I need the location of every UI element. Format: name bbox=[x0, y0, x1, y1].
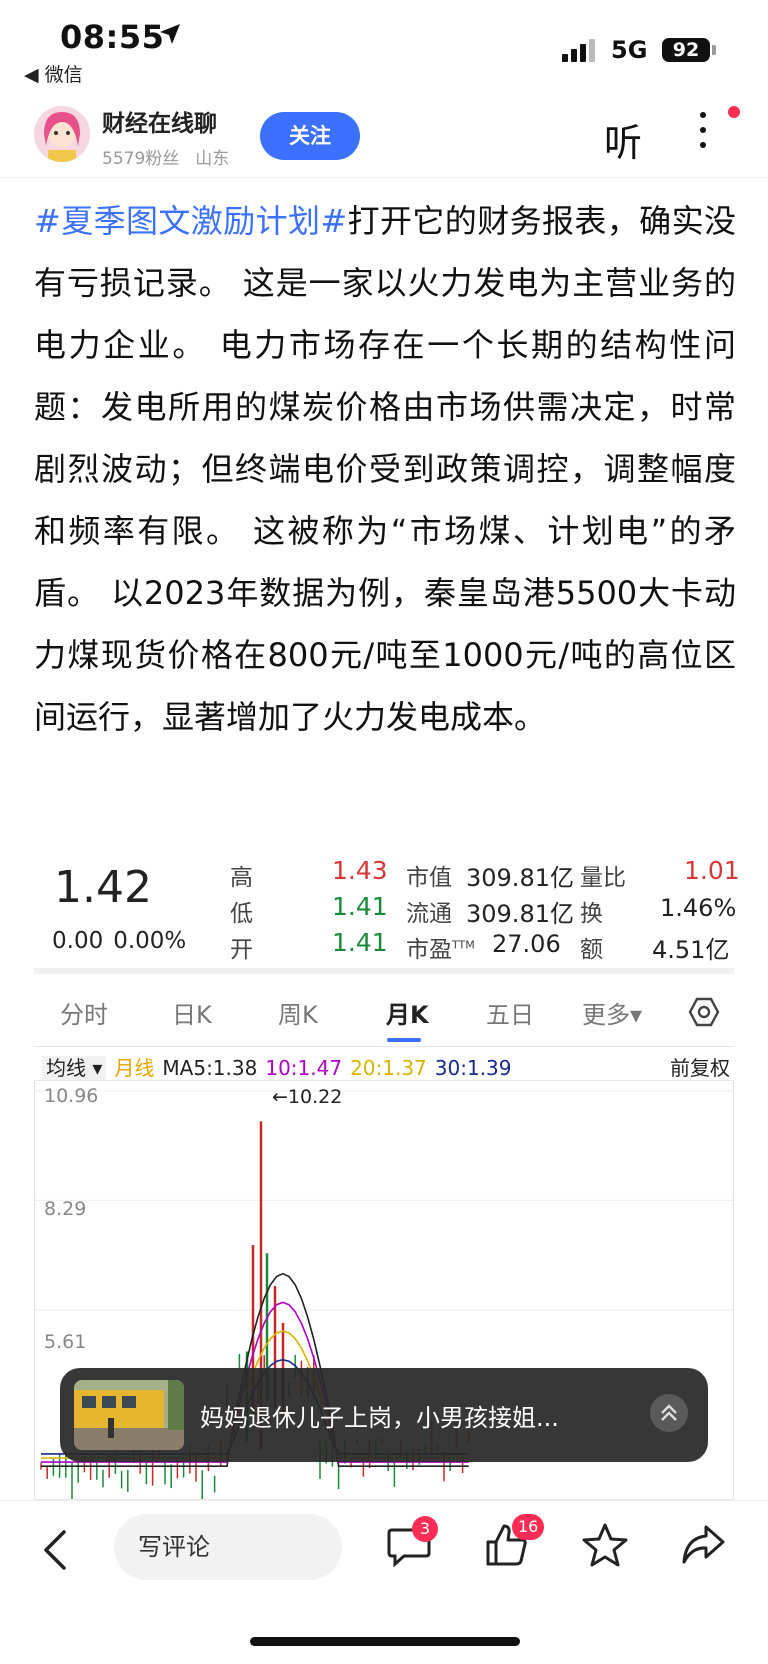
y-label-low: 5.61 bbox=[44, 1331, 87, 1353]
home-indicator bbox=[250, 1637, 520, 1646]
tab-five-day[interactable]: 五日 bbox=[486, 995, 534, 1030]
high-label: 高 bbox=[230, 865, 253, 891]
adjust-mode[interactable]: 前复权 bbox=[670, 1052, 730, 1081]
pe-label-sup: TTM bbox=[452, 938, 475, 952]
article-body: #夏季图文激励计划#打开它的财务报表，确实没有亏损记录。 这是一家以火力发电为主… bbox=[34, 190, 736, 748]
share-arrow-icon[interactable] bbox=[680, 1524, 726, 1566]
ma-selector[interactable]: 均线 ▾ bbox=[42, 1056, 107, 1080]
ma5-value: MA5:1.38 bbox=[162, 1056, 258, 1080]
tab-daily-k[interactable]: 日K bbox=[172, 995, 212, 1030]
follower-count: 5579粉丝 bbox=[102, 149, 180, 169]
open-label: 开 bbox=[230, 937, 253, 963]
high-value: 1.43 bbox=[332, 856, 388, 885]
author-name[interactable]: 财经在线聊 bbox=[102, 104, 217, 138]
article-text: 打开它的财务报表，确实没有亏损记录。 这是一家以火力发电为主营业务的电力企业。 … bbox=[34, 202, 736, 736]
more-options-icon[interactable] bbox=[696, 112, 710, 160]
current-price: 1.42 bbox=[54, 862, 152, 913]
toast-thumbnail[interactable] bbox=[74, 1380, 184, 1450]
turnover-label: 换 bbox=[580, 901, 603, 927]
change-value: 0.00 bbox=[52, 928, 104, 954]
network-type: 5G bbox=[611, 36, 648, 64]
status-time: 08:55 bbox=[60, 18, 165, 56]
amount-label: 额 bbox=[580, 937, 603, 963]
author-meta: 5579粉丝 山东 bbox=[102, 144, 245, 169]
collapse-up-icon[interactable] bbox=[650, 1394, 688, 1432]
notification-dot bbox=[728, 106, 740, 118]
vol-ratio-label: 量比 bbox=[580, 865, 626, 891]
comment-input[interactable]: 写评论 bbox=[114, 1514, 342, 1580]
pe-label-text: 市盈 bbox=[406, 937, 452, 963]
back-to-wechat[interactable]: ◀ 微信 bbox=[24, 60, 83, 87]
like-count-badge: 16 bbox=[512, 1514, 545, 1540]
hashtag-link[interactable]: #夏季图文激励计划# bbox=[34, 202, 347, 240]
ma-period: 月线 bbox=[114, 1056, 155, 1080]
battery-tip bbox=[712, 45, 716, 55]
tabs-divider bbox=[34, 1046, 734, 1047]
favorite-star-icon[interactable] bbox=[582, 1522, 628, 1568]
ma20-value: 20:1.37 bbox=[350, 1056, 427, 1080]
quote-separator bbox=[34, 968, 734, 974]
tab-monthly-k[interactable]: 月K bbox=[386, 995, 429, 1030]
turnover-value: 1.46% bbox=[660, 894, 737, 922]
tab-intraday[interactable]: 分时 bbox=[60, 995, 108, 1030]
mktcap-label: 市值 bbox=[406, 865, 452, 891]
chart-tabs: 分时 日K 周K 月K 五日 更多▾ bbox=[34, 995, 734, 1035]
author-location: 山东 bbox=[195, 149, 230, 169]
location-arrow-icon bbox=[160, 24, 180, 44]
pe-value: 27.06 bbox=[492, 930, 561, 958]
vol-ratio-value: 1.01 bbox=[684, 856, 740, 885]
peak-annotation: ←10.22 bbox=[272, 1086, 343, 1108]
y-label-mid: 8.29 bbox=[44, 1198, 87, 1220]
listen-button[interactable]: 听 bbox=[604, 112, 642, 167]
low-value: 1.41 bbox=[332, 892, 388, 921]
toast-text[interactable]: 妈妈退休儿子上岗，小男孩接姐... bbox=[200, 1398, 559, 1433]
change-pct: 0.00% bbox=[113, 928, 187, 954]
ma10-value: 10:1.47 bbox=[265, 1056, 343, 1080]
price-change: 0.00 0.00% bbox=[52, 928, 196, 954]
float-value: 309.81亿 bbox=[466, 900, 574, 928]
low-label: 低 bbox=[230, 901, 253, 927]
amount-value: 4.51亿 bbox=[652, 936, 730, 964]
signal-icon bbox=[562, 39, 595, 62]
battery-icon: 92 bbox=[662, 38, 710, 62]
float-label: 流通 bbox=[406, 901, 452, 927]
active-tab-indicator bbox=[387, 1038, 421, 1042]
tab-more[interactable]: 更多▾ bbox=[582, 995, 642, 1030]
y-label-top: 10.96 bbox=[44, 1085, 99, 1107]
chart-settings-icon[interactable] bbox=[688, 996, 720, 1028]
open-value: 1.41 bbox=[332, 928, 388, 957]
pe-label: 市盈TTM bbox=[406, 930, 475, 964]
header-divider bbox=[0, 177, 768, 178]
back-arrow-icon[interactable] bbox=[40, 1528, 70, 1572]
ma-legend: 均线 ▾ 月线 MA5:1.38 10:1.47 20:1.37 30:1.39 bbox=[42, 1052, 520, 1081]
tab-weekly-k[interactable]: 周K bbox=[278, 995, 318, 1030]
ma30-value: 30:1.39 bbox=[434, 1056, 512, 1080]
toast-thumbnail-image bbox=[74, 1380, 184, 1450]
mktcap-value: 309.81亿 bbox=[466, 864, 574, 892]
comment-count-badge: 3 bbox=[412, 1516, 438, 1542]
avatar-image bbox=[34, 106, 90, 162]
avatar[interactable] bbox=[34, 106, 90, 162]
follow-button[interactable]: 关注 bbox=[260, 112, 360, 160]
